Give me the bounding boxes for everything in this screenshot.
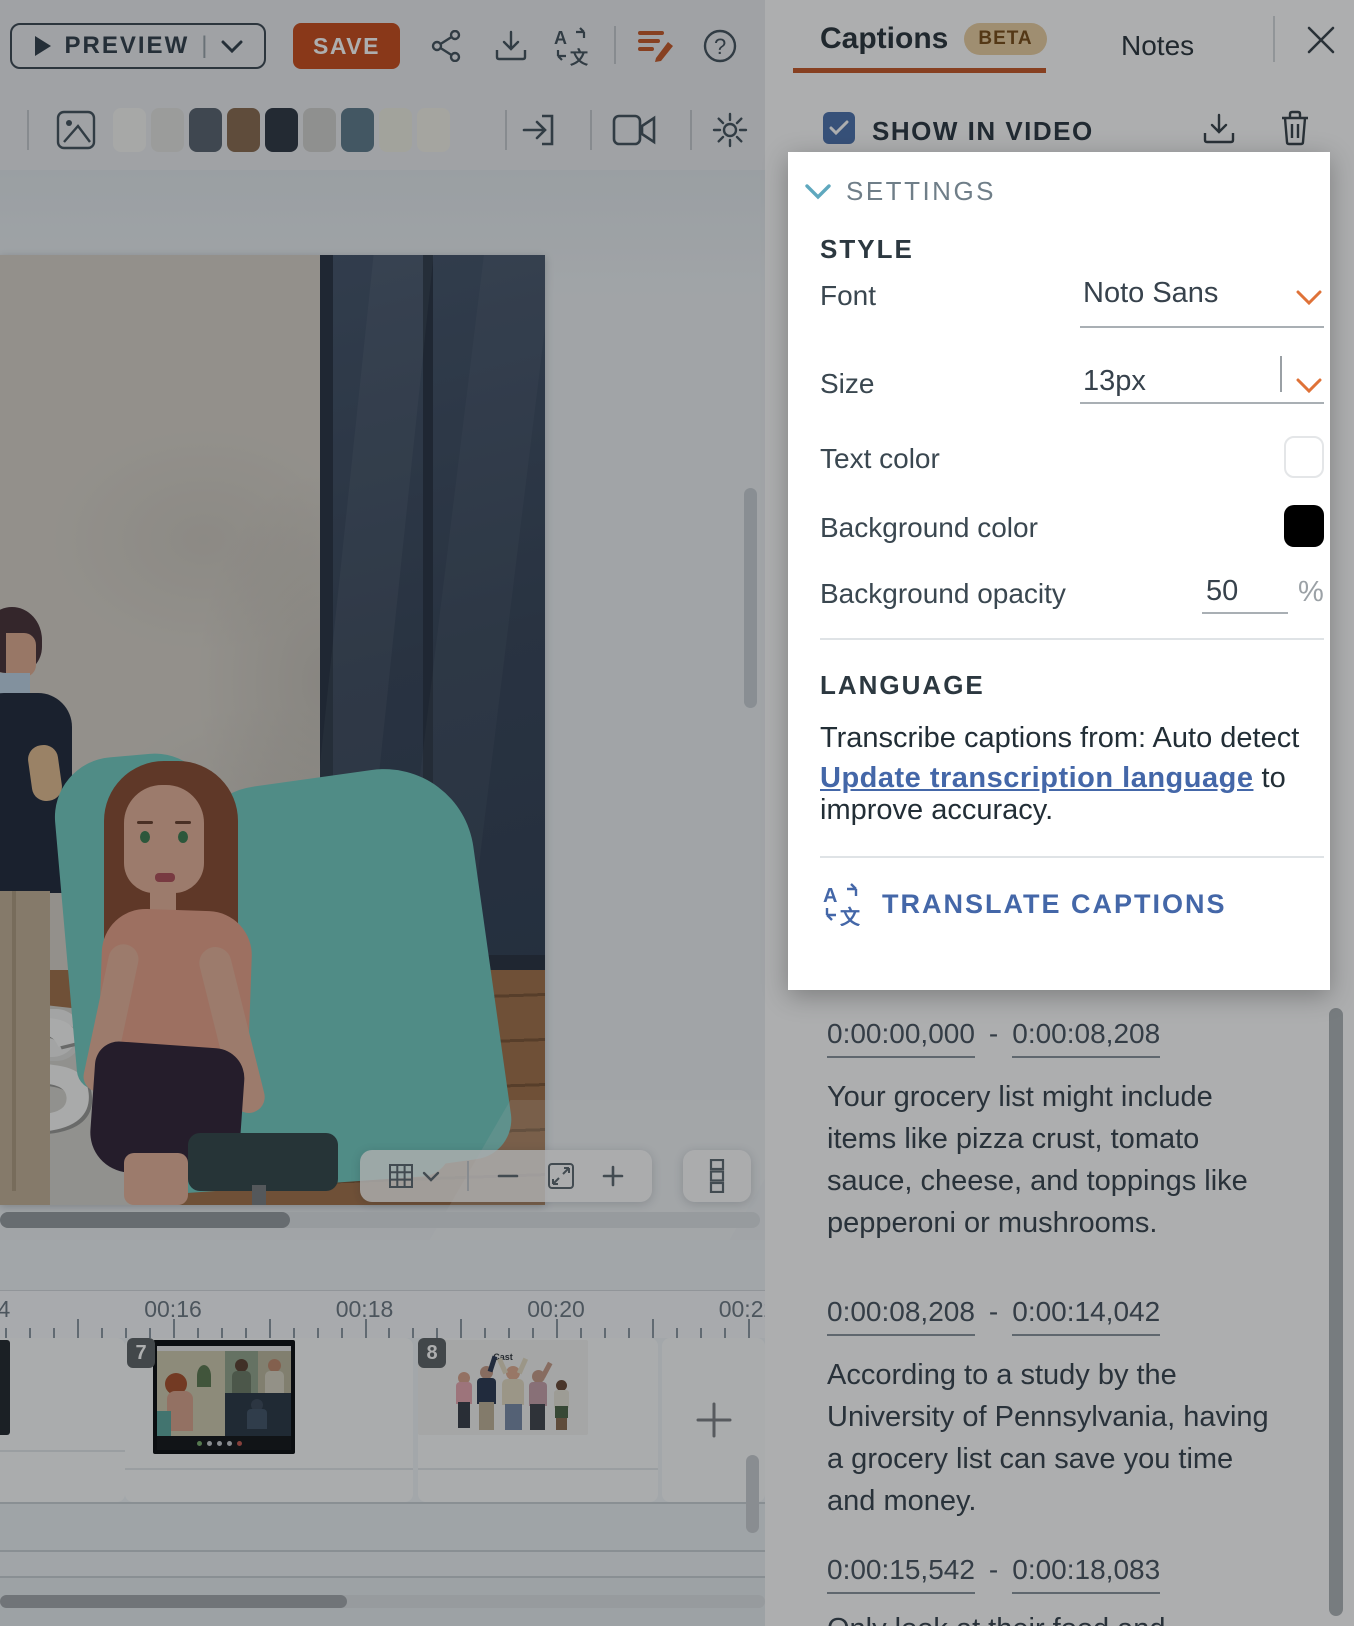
svg-text:A: A <box>823 885 837 907</box>
bg-opacity-value[interactable]: 50 <box>1206 575 1238 608</box>
font-label: Font <box>820 280 877 311</box>
size-label: Size <box>820 368 875 399</box>
settings-title: SETTINGS <box>846 176 997 206</box>
text-color-swatch[interactable] <box>1284 436 1324 478</box>
captions-settings-card: SETTINGS STYLE Font Noto Sans Size 13px … <box>788 152 1330 990</box>
svg-text:文: 文 <box>840 905 861 926</box>
font-field-underline <box>1080 326 1324 328</box>
bg-opacity-label: Background opacity <box>820 578 1066 609</box>
text-color-label: Text color <box>820 443 940 474</box>
translate-captions-label: TRANSLATE CAPTIONS <box>882 888 1227 919</box>
font-value[interactable]: Noto Sans <box>1083 277 1218 310</box>
font-dropdown-chevron-icon[interactable] <box>1296 290 1322 306</box>
bg-color-swatch[interactable] <box>1284 505 1324 547</box>
size-field-underline <box>1080 402 1324 404</box>
bg-opacity-unit: % <box>1298 576 1324 608</box>
size-field-cursor <box>1280 356 1282 392</box>
bg-color-label: Background color <box>820 512 1038 543</box>
update-transcription-language-link[interactable]: Update transcription language <box>820 762 1253 794</box>
link-suffix: to <box>1253 762 1286 794</box>
chevron-down-icon <box>805 184 831 200</box>
video-editor-app: PREVIEW | SAVE A 文 ? S 00:16 00:18 00:20… <box>0 0 1354 1626</box>
transcription-language-line: Update transcription language to <box>820 762 1286 795</box>
style-section-title: STYLE <box>820 234 914 264</box>
card-divider <box>820 856 1324 858</box>
transcribe-from-text: Transcribe captions from: Auto detect <box>820 722 1300 754</box>
size-dropdown-chevron-icon[interactable] <box>1296 378 1322 394</box>
improve-accuracy-text: improve accuracy. <box>820 794 1054 826</box>
translate-icon: A 文 <box>823 883 861 926</box>
translate-captions-button[interactable]: A 文 TRANSLATE CAPTIONS <box>820 882 1227 926</box>
size-value[interactable]: 13px <box>1083 365 1146 398</box>
bg-opacity-underline <box>1202 612 1288 614</box>
settings-collapse-toggle[interactable]: SETTINGS <box>804 176 996 207</box>
card-divider <box>820 638 1324 640</box>
language-section-title: LANGUAGE <box>820 670 985 700</box>
